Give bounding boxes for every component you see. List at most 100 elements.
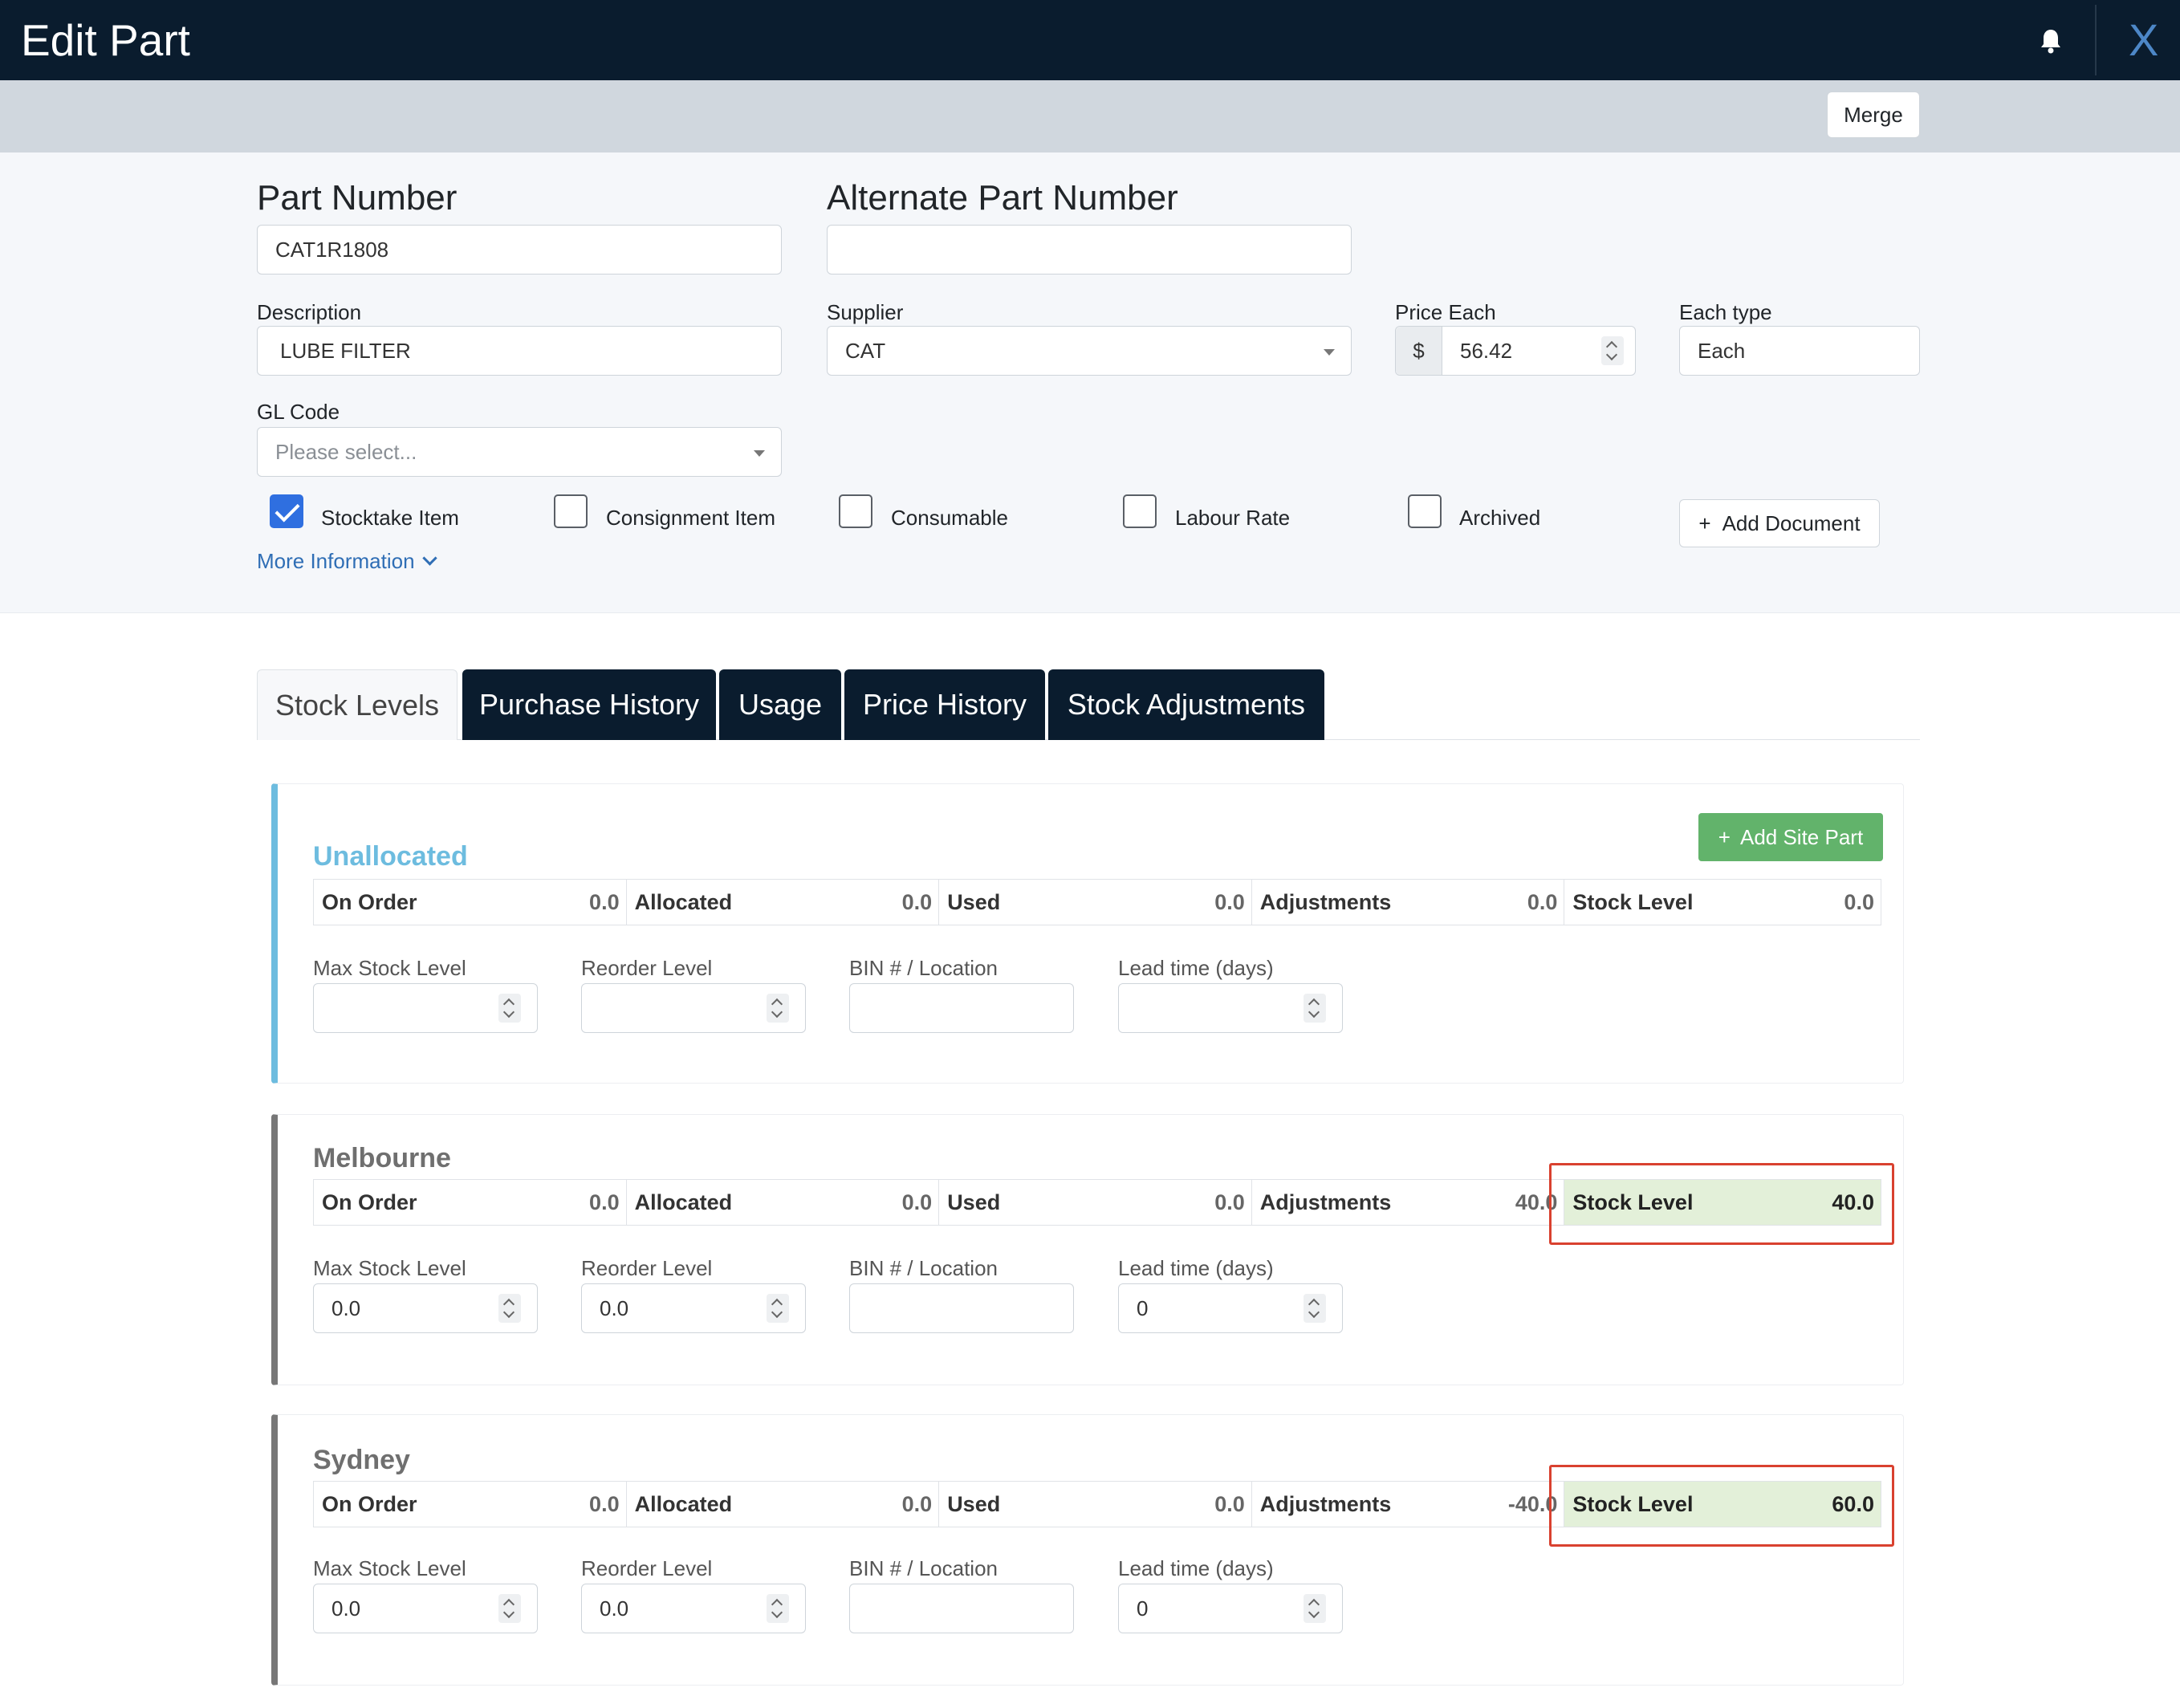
stepper-icon[interactable] — [767, 1594, 789, 1623]
stepper-icon[interactable] — [1304, 1594, 1326, 1623]
stat-stock-level: Stock Level 0.0 — [1564, 880, 1881, 925]
stat-label: Used — [947, 1492, 1001, 1516]
chevron-down-icon — [421, 551, 437, 566]
gl-code-select[interactable]: Please select... — [257, 427, 782, 477]
consumable-checkbox[interactable] — [839, 494, 872, 528]
supplier-value: CAT — [845, 339, 886, 363]
stat-value: 0.0 — [901, 1492, 933, 1516]
reorder-value: 0.0 — [600, 1296, 629, 1320]
stat-value: 0.0 — [589, 1190, 620, 1214]
site-name: Melbourne — [313, 1143, 451, 1173]
description-input[interactable]: LUBE FILTER — [257, 326, 782, 376]
stat-label: Allocated — [634, 890, 733, 914]
lead-time-label: Lead time (days) — [1118, 1256, 1274, 1280]
stock-level-highlight — [1549, 1163, 1894, 1245]
bin-location-label: BIN # / Location — [849, 1256, 998, 1280]
page-title: Edit Part — [21, 15, 190, 65]
reorder-label: Reorder Level — [581, 1556, 713, 1580]
bin-location-input[interactable] — [849, 1584, 1074, 1633]
add-site-part-button[interactable]: + Add Site Part — [1698, 813, 1883, 861]
tab-usage[interactable]: Usage — [719, 669, 841, 740]
lead-time-input[interactable]: 0 — [1118, 1584, 1343, 1633]
stat-label: Allocated — [634, 1190, 733, 1214]
stepper-icon[interactable] — [498, 1294, 521, 1323]
lead-time-value: 0 — [1137, 1296, 1149, 1320]
bin-location-label: BIN # / Location — [849, 1556, 998, 1580]
reorder-label: Reorder Level — [581, 1256, 713, 1280]
stepper-icon[interactable] — [498, 994, 521, 1023]
stat-value: 0.0 — [1214, 1492, 1245, 1516]
stat-adjustments: Adjustments 40.0 — [1252, 1180, 1565, 1225]
reorder-value: 0.0 — [600, 1596, 629, 1621]
stat-label: On Order — [322, 890, 417, 914]
stat-label: Adjustments — [1259, 1492, 1392, 1516]
max-stock-input[interactable] — [313, 983, 538, 1033]
stat-allocated: Allocated 0.0 — [627, 1482, 940, 1527]
reorder-input[interactable] — [581, 983, 806, 1033]
more-information-link[interactable]: More Information — [257, 549, 437, 573]
part-number-label: Part Number — [257, 178, 458, 218]
stat-value: 0.0 — [589, 1492, 620, 1516]
merge-button[interactable]: Merge — [1827, 92, 1920, 138]
tab-price-history[interactable]: Price History — [844, 669, 1045, 740]
max-stock-value: 0.0 — [331, 1596, 361, 1621]
lead-time-label: Lead time (days) — [1118, 1556, 1274, 1580]
stats-row: On Order 0.0 Allocated 0.0 Used 0.0 Adjustm… — [313, 879, 1881, 925]
labour-rate-label: Labour Rate — [1175, 506, 1291, 530]
stat-adjustments: Adjustments -40.0 — [1252, 1482, 1565, 1527]
stepper-icon[interactable] — [1304, 994, 1326, 1023]
tab-purchase-history[interactable]: Purchase History — [462, 669, 716, 740]
lead-time-input[interactable] — [1118, 983, 1343, 1033]
plus-icon: + — [1718, 825, 1731, 849]
bin-location-input[interactable] — [849, 983, 1074, 1033]
consignment-item-checkbox[interactable] — [554, 494, 588, 528]
price-value: 56.42 — [1460, 339, 1513, 363]
bin-location-label: BIN # / Location — [849, 956, 998, 980]
reorder-input[interactable]: 0.0 — [581, 1584, 806, 1633]
stepper-icon[interactable] — [767, 1294, 789, 1323]
stat-value: 0.0 — [901, 1190, 933, 1214]
max-stock-input[interactable]: 0.0 — [313, 1584, 538, 1633]
site-card-sydney: Sydney On Order 0.0 Allocated 0.0 Used 0.0 … — [271, 1414, 1904, 1686]
currency-addon: $ — [1396, 327, 1442, 375]
lead-time-input[interactable]: 0 — [1118, 1283, 1343, 1333]
stat-value: 0.0 — [901, 890, 933, 914]
top-bar: Edit Part X — [0, 0, 2180, 80]
bin-location-input[interactable] — [849, 1283, 1074, 1333]
part-number-input[interactable]: CAT1R1808 — [257, 225, 782, 274]
stepper-icon[interactable] — [498, 1594, 521, 1623]
tab-stock-levels[interactable]: Stock Levels — [257, 669, 458, 740]
max-stock-value: 0.0 — [331, 1296, 361, 1320]
reorder-label: Reorder Level — [581, 956, 713, 980]
stat-value: 0.0 — [1214, 890, 1245, 914]
stat-label: Allocated — [634, 1492, 733, 1516]
supplier-select[interactable]: CAT — [827, 326, 1352, 376]
consignment-item-label: Consignment Item — [606, 506, 775, 530]
reorder-input[interactable]: 0.0 — [581, 1283, 806, 1333]
tab-bar: Stock Levels Purchase History Usage Pric… — [257, 669, 1920, 740]
bell-icon[interactable] — [2039, 27, 2063, 55]
chevron-down-icon — [1324, 349, 1335, 356]
labour-rate-checkbox[interactable] — [1123, 494, 1157, 528]
archived-checkbox[interactable] — [1408, 494, 1442, 528]
stocktake-item-checkbox[interactable] — [270, 494, 303, 528]
add-document-button[interactable]: + Add Document — [1679, 499, 1880, 547]
alt-part-number-input[interactable] — [827, 225, 1352, 274]
stat-on-order: On Order 0.0 — [314, 1482, 627, 1527]
stocktake-item-label: Stocktake Item — [321, 506, 459, 530]
max-stock-input[interactable]: 0.0 — [313, 1283, 538, 1333]
gl-code-placeholder: Please select... — [275, 440, 417, 464]
gl-code-label: GL Code — [257, 400, 340, 424]
site-name: Sydney — [313, 1445, 410, 1475]
stat-label: Used — [947, 1190, 1001, 1214]
add-document-label: Add Document — [1722, 511, 1861, 535]
stat-used: Used 0.0 — [939, 1180, 1252, 1225]
each-type-input[interactable]: Each — [1679, 326, 1920, 376]
site-card-melbourne: Melbourne On Order 0.0 Allocated 0.0 Used 0… — [271, 1114, 1904, 1385]
stepper-icon[interactable] — [1304, 1294, 1326, 1323]
close-button[interactable]: X — [2129, 16, 2158, 64]
stepper-icon[interactable] — [1601, 336, 1624, 365]
price-input[interactable]: $ 56.42 — [1395, 326, 1636, 376]
stepper-icon[interactable] — [767, 994, 789, 1023]
tab-stock-adjustments[interactable]: Stock Adjustments — [1048, 669, 1324, 740]
